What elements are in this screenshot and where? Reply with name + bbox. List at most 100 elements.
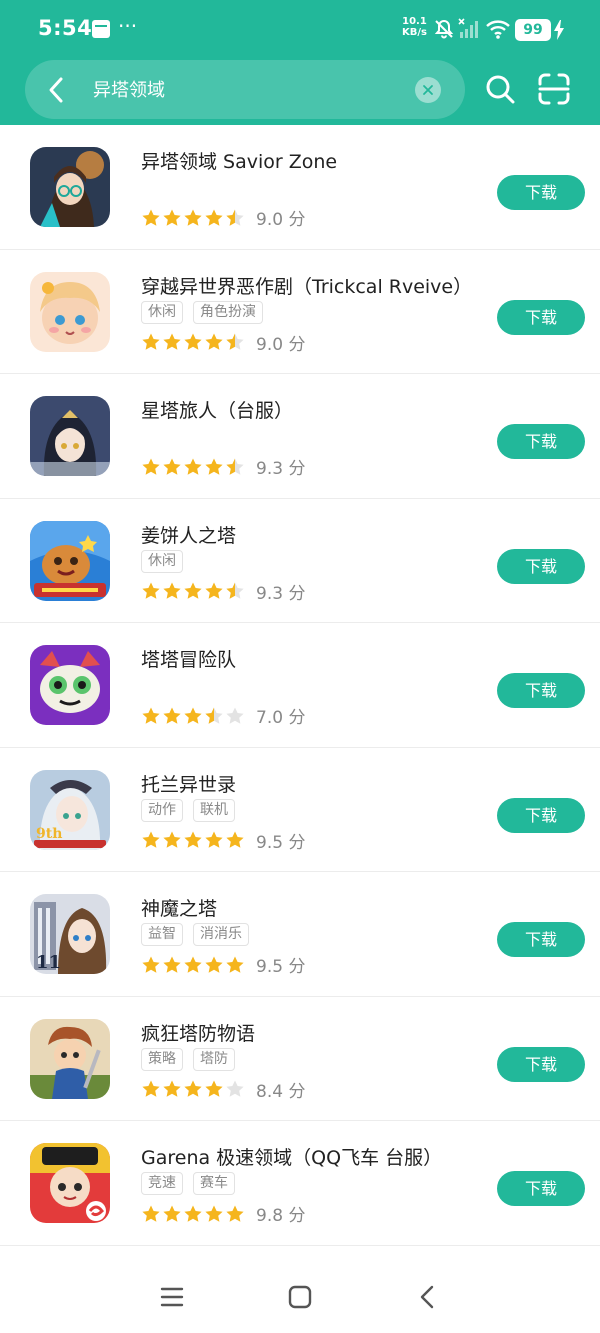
- download-button[interactable]: 下载: [497, 424, 585, 459]
- app-name[interactable]: Garena 极速领域（QQ飞车 台服）: [141, 1143, 442, 1170]
- app-name[interactable]: 星塔旅人（台服）: [141, 396, 293, 423]
- back-arrow-icon[interactable]: [45, 75, 67, 105]
- list-item[interactable]: 穿越异世界恶作剧（Trickcal Rveive） 休闲 角色扮演 9.0 分 …: [0, 250, 600, 374]
- rating: 9.8 分: [141, 1201, 305, 1226]
- star-icon: [184, 1205, 202, 1222]
- download-button[interactable]: 下载: [497, 1046, 585, 1082]
- score: 9.0 分: [256, 210, 306, 230]
- tag: 策略: [141, 1047, 183, 1071]
- star-icon: [226, 1205, 244, 1222]
- star-icon: [163, 956, 181, 973]
- cookie-run-icon: [30, 520, 110, 601]
- app-name[interactable]: 异塔领域 Savior Zone: [141, 147, 337, 174]
- tag-list: 竞速 赛车: [141, 1172, 235, 1195]
- score: 9.0 分: [256, 334, 306, 355]
- scan-icon[interactable]: [537, 72, 571, 106]
- search-input[interactable]: [93, 72, 413, 106]
- close-icon: [423, 85, 433, 95]
- score: 9.3 分: [256, 459, 306, 479]
- star-icon: [142, 582, 160, 599]
- half-star-icon: [226, 458, 244, 475]
- download-button[interactable]: 下载: [497, 1171, 585, 1206]
- star-icon: [163, 1080, 181, 1097]
- app-name[interactable]: 神魔之塔: [141, 894, 217, 921]
- star-icon: [205, 333, 223, 350]
- half-star-icon: [226, 582, 244, 599]
- half-star-icon: [205, 707, 223, 724]
- star-icon: [142, 1080, 160, 1097]
- home-icon[interactable]: [285, 1282, 315, 1312]
- score: 8.4 分: [256, 1081, 306, 1102]
- list-item[interactable]: 姜饼人之塔 休闲 9.3 分 下载: [0, 499, 600, 623]
- tag: 赛车: [193, 1172, 235, 1195]
- download-button[interactable]: 下载: [497, 548, 585, 584]
- list-item[interactable]: 星塔旅人（台服） 9.3 分 下载: [0, 374, 600, 499]
- star-icon: [142, 707, 160, 724]
- star-icon: [142, 209, 160, 226]
- search-icon[interactable]: [483, 72, 517, 106]
- trickcal-icon: [30, 271, 110, 352]
- tag: 联机: [193, 798, 235, 822]
- star-icon: [163, 209, 181, 226]
- download-button[interactable]: 下载: [497, 922, 585, 957]
- star-icon: [142, 458, 160, 475]
- tag: 消消乐: [193, 923, 249, 946]
- star-icon: [184, 582, 202, 599]
- toram-icon: 9th: [30, 769, 110, 850]
- download-button[interactable]: 下载: [497, 299, 585, 335]
- mute-bell-icon: [434, 19, 454, 39]
- app-name[interactable]: 姜饼人之塔: [141, 521, 236, 548]
- list-item[interactable]: 塔塔冒险队 7.0 分 下载: [0, 623, 600, 748]
- list-item[interactable]: 11 神魔之塔 益智 消消乐 9.5 分 下载: [0, 872, 600, 997]
- star-icon: [184, 707, 202, 724]
- score: 9.5 分: [256, 832, 306, 853]
- star-icon: [142, 831, 160, 848]
- rating: 9.3 分: [141, 454, 305, 479]
- star-icon: [184, 333, 202, 350]
- signal-icon: [458, 18, 478, 38]
- tata-icon: [30, 645, 110, 725]
- app-name[interactable]: 穿越异世界恶作剧（Trickcal Rveive）: [141, 272, 472, 299]
- list-item[interactable]: 9th 托兰异世录 动作 联机 9.5 分 下载: [0, 748, 600, 872]
- star-icon: [163, 582, 181, 599]
- list-item[interactable]: Garena 极速领域（QQ飞车 台服） 竞速 赛车 9.8 分 下载: [0, 1121, 600, 1246]
- back-icon[interactable]: [413, 1282, 443, 1312]
- rating: 8.4 分: [141, 1077, 305, 1102]
- download-button[interactable]: 下载: [497, 797, 585, 833]
- star-icon: [184, 458, 202, 475]
- star-icon: [163, 707, 181, 724]
- star-icon: [184, 1080, 202, 1097]
- tower-defense-icon: [30, 1018, 110, 1099]
- tag-list: 策略 塔防: [141, 1047, 235, 1071]
- list-item[interactable]: 疯狂塔防物语 策略 塔防 8.4 分 下载: [0, 997, 600, 1121]
- star-icon: [163, 831, 181, 848]
- star-icon: [142, 333, 160, 350]
- tag: 动作: [141, 798, 183, 822]
- score: 9.8 分: [256, 1206, 306, 1226]
- list-item[interactable]: 异塔领域 Savior Zone 9.0 分 下载: [0, 125, 600, 250]
- tag: 休闲: [141, 549, 183, 573]
- network-speed: 10.1 KB/s: [402, 16, 427, 38]
- charging-icon: [554, 20, 564, 40]
- tag: 竞速: [141, 1172, 183, 1195]
- empty-star-icon: [226, 707, 244, 724]
- tag-list: 休闲 角色扮演: [141, 300, 263, 324]
- clear-search-button[interactable]: [415, 77, 441, 103]
- garena-speed-icon: [30, 1143, 110, 1223]
- status-time: 5:54: [38, 16, 93, 40]
- app-name[interactable]: 塔塔冒险队: [141, 645, 236, 672]
- score: 9.3 分: [256, 583, 306, 604]
- rating: 9.0 分: [141, 205, 305, 230]
- download-button[interactable]: 下载: [497, 175, 585, 210]
- star-icon: [163, 333, 181, 350]
- top-bar: 5:54 ··· 10.1 KB/s 99: [0, 0, 600, 125]
- tag-list: 动作 联机: [141, 798, 235, 822]
- app-name[interactable]: 托兰异世录: [141, 770, 236, 797]
- star-icon: [205, 582, 223, 599]
- download-button[interactable]: 下载: [497, 673, 585, 708]
- tag: 角色扮演: [193, 300, 263, 324]
- menu-icon[interactable]: [157, 1282, 187, 1312]
- app-name[interactable]: 疯狂塔防物语: [141, 1019, 255, 1046]
- half-star-icon: [226, 209, 244, 226]
- star-icon: [205, 831, 223, 848]
